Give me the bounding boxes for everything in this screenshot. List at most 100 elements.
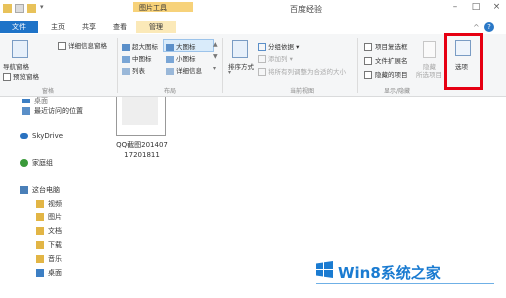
group-separator — [357, 38, 358, 93]
sort-dropdown-icon[interactable]: ▾ — [228, 69, 231, 76]
qat-dropdown-icon[interactable]: ▾ — [40, 3, 44, 11]
layout-extra-large-icons[interactable]: 超大图标 — [122, 41, 158, 51]
layout-extra-large-label: 超大图标 — [132, 43, 158, 51]
documents-folder-icon — [36, 227, 44, 235]
nav-skydrive-label: SkyDrive — [32, 132, 64, 140]
nav-item-documents[interactable]: 文档 — [36, 226, 62, 236]
layout-details[interactable]: 详细信息 — [166, 65, 202, 75]
group-by-button[interactable]: 分组依据 ▾ — [258, 41, 299, 51]
nav-item-homegroup[interactable]: 家庭组 — [20, 158, 53, 168]
layout-scroll-down-icon[interactable]: ▼ — [213, 53, 218, 60]
folder-icon — [3, 4, 12, 13]
new-folder-icon[interactable] — [27, 4, 36, 13]
hide-selected-items-label: 所选项目 — [416, 71, 442, 79]
music-folder-icon — [36, 255, 44, 263]
nav-item-recent[interactable]: 最近访问的位置 — [22, 106, 83, 116]
small-grid-icon — [166, 55, 174, 63]
nav-this-pc-label: 这台电脑 — [32, 186, 60, 194]
nav-pictures-label: 图片 — [48, 213, 62, 221]
add-columns-label: 添加列 ▾ — [268, 55, 293, 63]
nav-item-desktop[interactable]: 桌面 — [36, 268, 62, 278]
videos-folder-icon — [36, 200, 44, 208]
layout-small-label: 小图标 — [176, 55, 196, 63]
pictures-folder-icon — [36, 213, 44, 221]
layout-large-icons[interactable]: 大图标 — [166, 41, 196, 51]
title-bar — [0, 0, 506, 21]
preview-pane-label: 预览窗格 — [13, 73, 39, 81]
nav-downloads-label: 下载 — [48, 241, 62, 249]
close-button[interactable]: × — [487, 0, 506, 14]
large-grid-icon — [166, 43, 174, 51]
nav-documents-label: 文档 — [48, 227, 62, 235]
navigation-pane-icon — [12, 40, 28, 58]
layout-details-label: 详细信息 — [176, 67, 202, 75]
file-name-label[interactable]: QQ截图20140717201811 — [114, 140, 170, 160]
help-icon[interactable]: ? — [484, 22, 494, 32]
window-title: 百度经验 — [290, 5, 322, 14]
group-label-show-hide: 显示/隐藏 — [384, 88, 411, 95]
computer-icon — [20, 186, 28, 194]
tab-manage[interactable]: 管理 — [136, 21, 176, 33]
windows-logo-icon — [316, 261, 333, 278]
image-preview — [122, 97, 158, 125]
navigation-pane-button[interactable]: 导航窗格 — [3, 61, 29, 71]
downloads-folder-icon — [36, 241, 44, 249]
layout-list-label: 列表 — [132, 67, 145, 75]
add-columns-button[interactable]: 添加列 ▾ — [258, 53, 293, 63]
layout-scroll-up-icon[interactable]: ▲ — [213, 41, 218, 48]
layout-medium-icons[interactable]: 中图标 — [122, 53, 152, 63]
file-extensions-toggle[interactable]: 文件扩展名 — [364, 55, 408, 65]
desktop-icon — [36, 269, 44, 277]
medium-grid-icon — [122, 55, 130, 63]
layout-expand-icon[interactable]: ▾ — [213, 65, 216, 72]
ribbon-collapse-icon[interactable]: ^ — [473, 23, 480, 32]
nav-item-skydrive[interactable]: SkyDrive — [20, 132, 63, 140]
group-separator — [222, 38, 223, 93]
size-all-columns-button[interactable]: 将所有列调整为合适的大小 — [258, 66, 346, 76]
nav-recent-label: 最近访问的位置 — [34, 107, 83, 115]
group-separator — [117, 38, 118, 93]
nav-item-this-pc[interactable]: 这台电脑 — [20, 185, 60, 195]
nav-item-pictures[interactable]: 图片 — [36, 212, 62, 222]
checkbox-icon — [364, 71, 372, 79]
group-label-layout: 布局 — [164, 88, 177, 95]
watermark-underline — [316, 283, 494, 284]
group-by-icon — [258, 43, 266, 51]
hidden-items-toggle[interactable]: 隐藏的项目 — [364, 69, 408, 79]
preview-pane-icon — [3, 73, 11, 81]
layout-list[interactable]: 列表 — [122, 65, 145, 75]
nav-music-label: 音乐 — [48, 255, 62, 263]
layout-large-label: 大图标 — [176, 43, 196, 51]
checkbox-icon — [364, 43, 372, 51]
sort-by-button[interactable]: 排序方式 — [228, 61, 254, 71]
minimize-button[interactable]: – — [446, 0, 464, 14]
hide-selected-icon — [423, 41, 436, 58]
tab-view[interactable]: 查看 — [107, 21, 133, 33]
hidden-items-label: 隐藏的项目 — [375, 71, 408, 79]
nav-desktop-label: 桌面 — [48, 269, 62, 277]
checkbox-icon — [364, 57, 372, 65]
layout-small-icons[interactable]: 小图标 — [166, 53, 196, 63]
nav-item-downloads[interactable]: 下载 — [36, 240, 62, 250]
file-extensions-label: 文件扩展名 — [375, 57, 408, 65]
group-label-current-view: 当前视图 — [290, 88, 315, 95]
group-label-panes: 窗格 — [42, 88, 55, 95]
preview-pane-button[interactable]: 预览窗格 — [3, 71, 39, 81]
maximize-button[interactable]: □ — [467, 0, 485, 14]
nav-item-music[interactable]: 音乐 — [36, 254, 62, 264]
sort-icon — [232, 40, 248, 58]
tab-home[interactable]: 主页 — [45, 21, 71, 33]
details-pane-button[interactable]: 详细信息窗格 — [58, 40, 107, 50]
tab-share[interactable]: 共享 — [76, 21, 102, 33]
desktop-icon — [22, 99, 30, 103]
nav-item-videos[interactable]: 视频 — [36, 199, 62, 209]
properties-icon[interactable] — [15, 4, 24, 13]
details-pane-label: 详细信息窗格 — [68, 42, 107, 50]
options-highlight-box — [444, 33, 483, 90]
details-pane-icon — [58, 42, 66, 50]
tab-file[interactable]: 文件 — [0, 21, 38, 33]
nav-item-desktop-partial[interactable]: 桌面 — [22, 96, 48, 106]
item-check-boxes-toggle[interactable]: 项目复选框 — [364, 41, 408, 51]
nav-videos-label: 视频 — [48, 200, 62, 208]
nav-homegroup-label: 家庭组 — [32, 159, 53, 167]
